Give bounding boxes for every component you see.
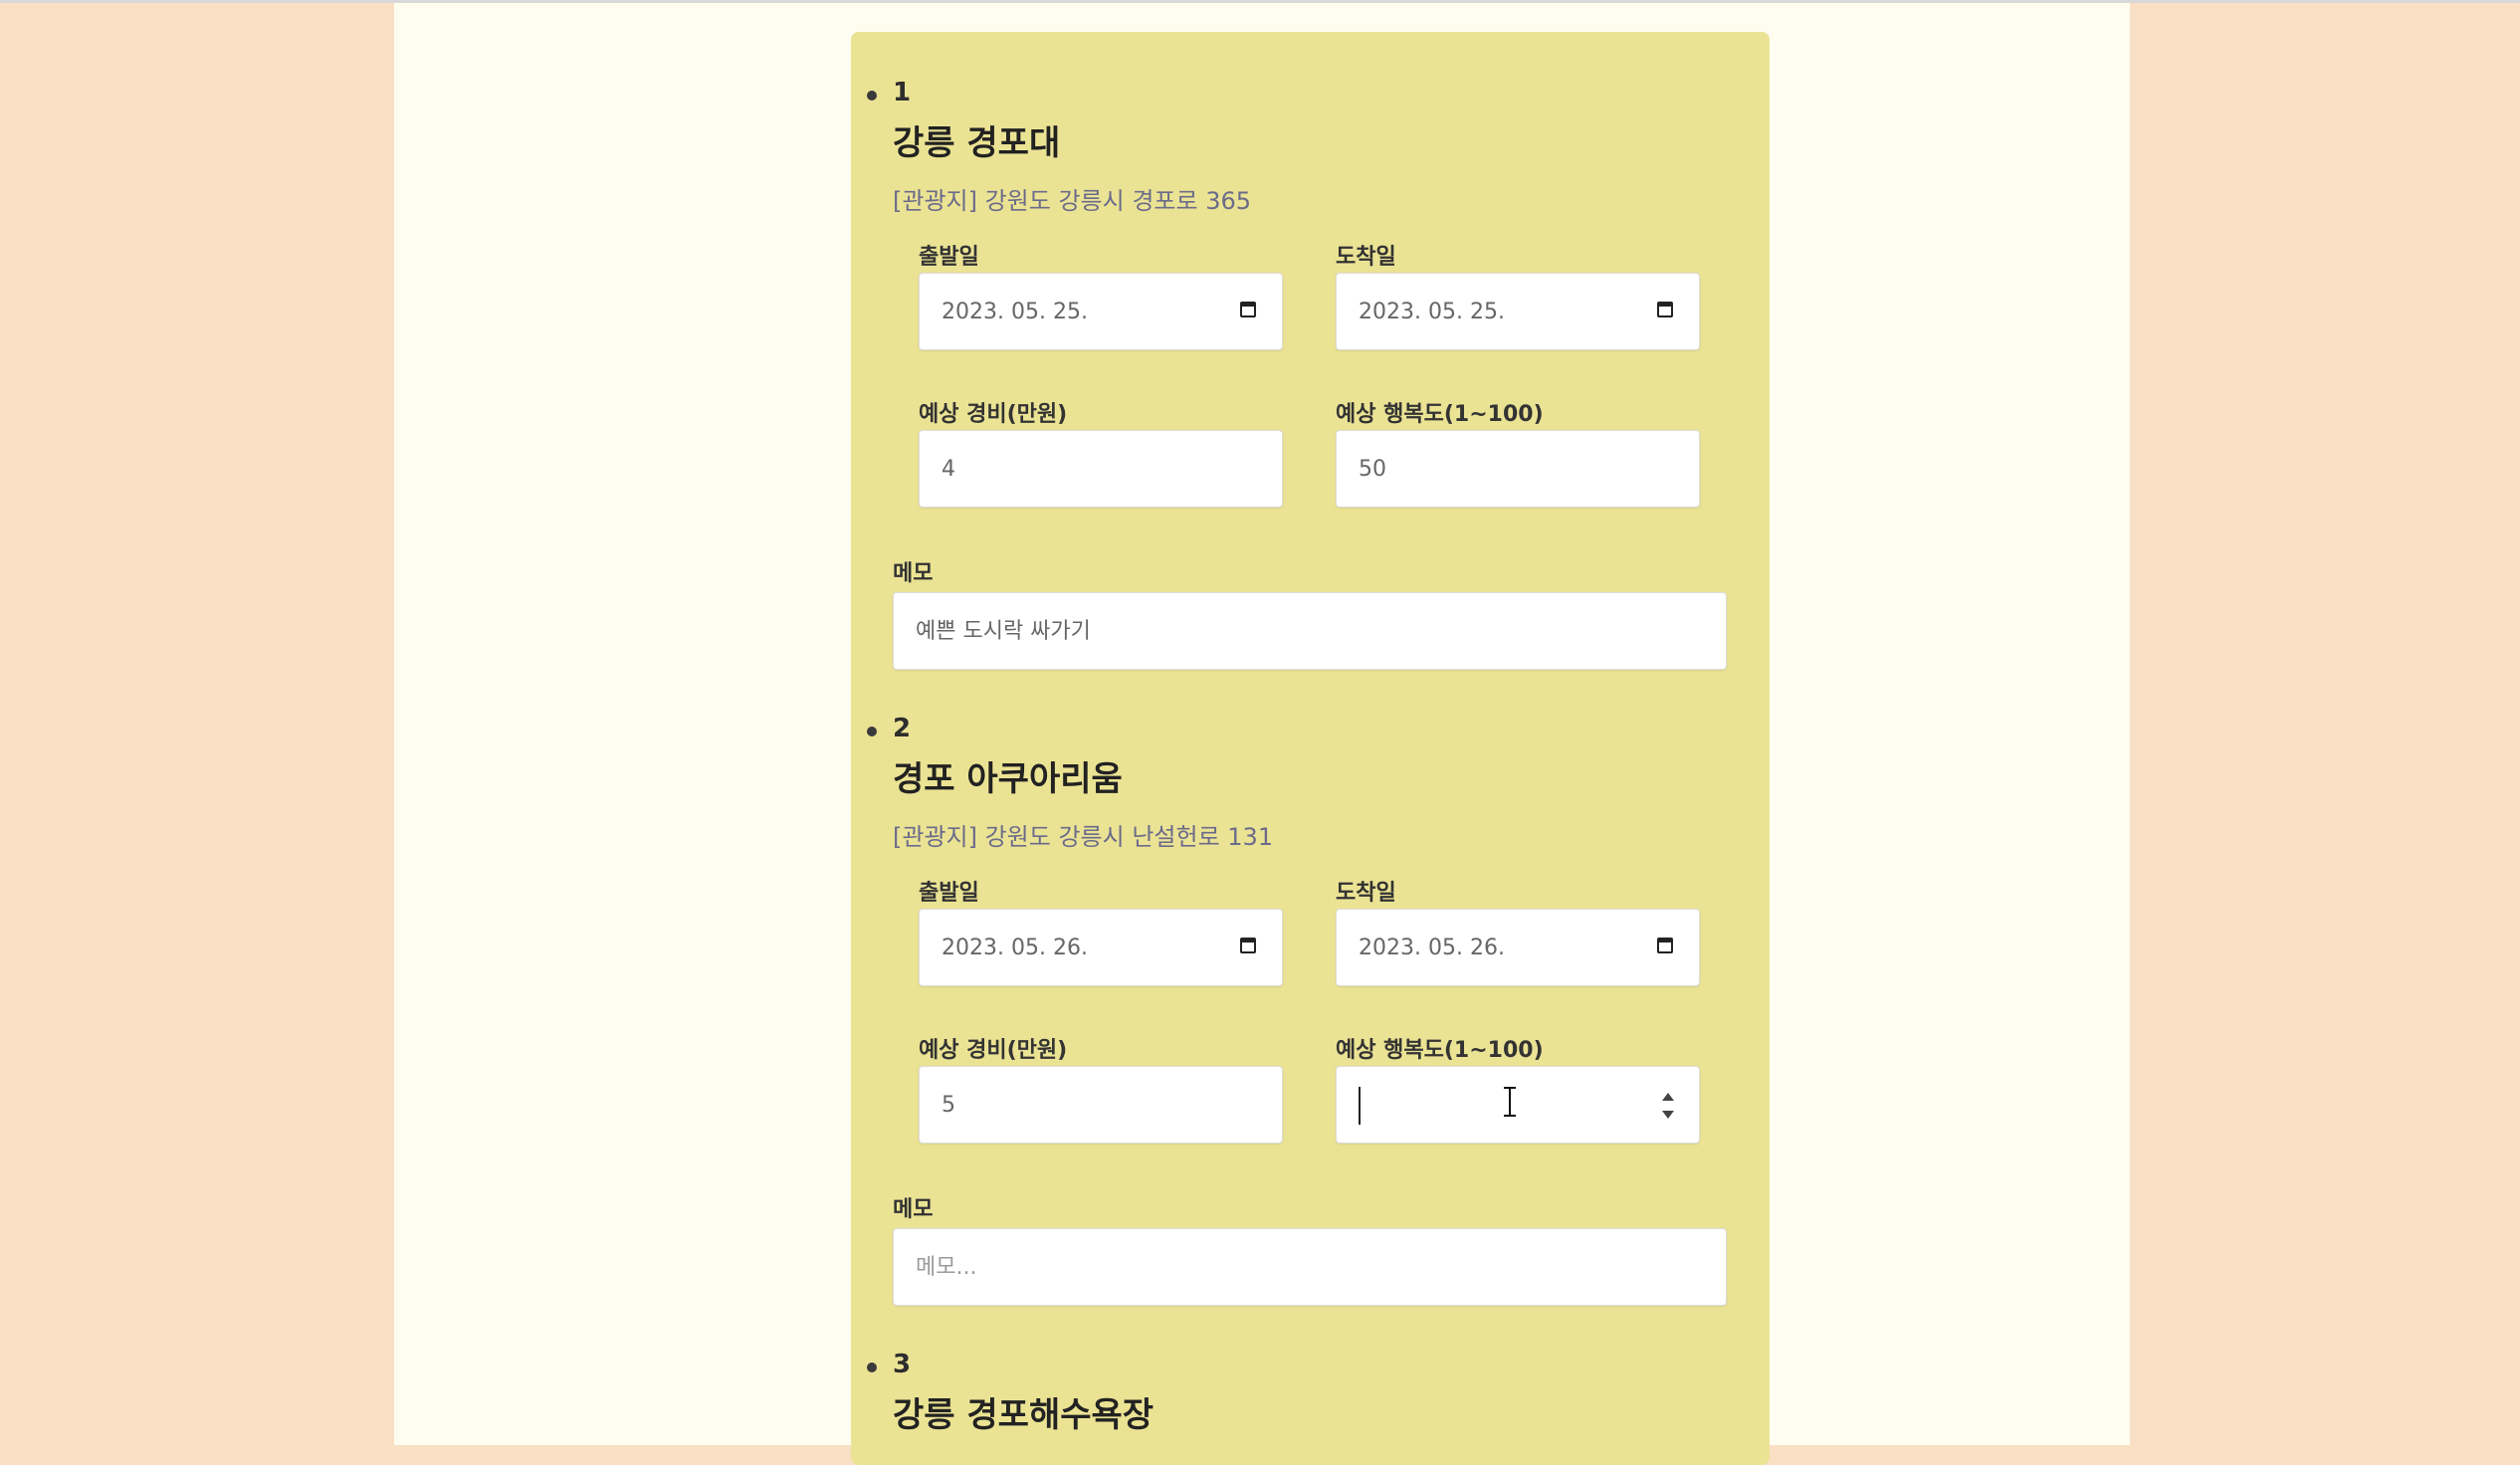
list-bullet: [867, 1362, 877, 1372]
calendar-icon[interactable]: [1240, 938, 1256, 953]
budget-value: 4: [942, 457, 955, 482]
arrival-date-input[interactable]: 2023. 05. 26.: [1336, 909, 1700, 986]
text-caret: [1359, 1087, 1361, 1125]
memo-input[interactable]: 예쁜 도시락 싸가기: [893, 592, 1727, 670]
arrival-date-label: 도착일: [1336, 881, 1396, 906]
item-number: 2: [893, 714, 912, 743]
memo-label: 메모: [893, 561, 934, 586]
calendar-icon[interactable]: [1657, 302, 1673, 317]
list-bullet: [867, 91, 877, 101]
place-title: 경포 아쿠아리움: [893, 759, 1123, 799]
happiness-input[interactable]: [1336, 1066, 1700, 1144]
budget-input[interactable]: 5: [919, 1066, 1283, 1144]
itinerary-panel: 1 강릉 경포대 [관광지] 강원도 강릉시 경포로 365 출발일 2023.…: [851, 32, 1770, 1465]
item-number: 1: [893, 78, 912, 107]
budget-label: 예상 경비(만원): [919, 402, 1068, 427]
list-bullet: [867, 727, 877, 736]
number-spinner-icon[interactable]: [1661, 1089, 1675, 1123]
memo-value: 예쁜 도시락 싸가기: [916, 619, 1091, 644]
place-title: 강릉 경포대: [893, 123, 1061, 163]
budget-value: 5: [942, 1093, 955, 1118]
budget-label: 예상 경비(만원): [919, 1038, 1068, 1063]
memo-placeholder: 메모...: [916, 1255, 977, 1280]
happiness-value: 50: [1359, 457, 1386, 482]
memo-label: 메모: [893, 1197, 934, 1222]
arrival-date-input[interactable]: 2023. 05. 25.: [1336, 273, 1700, 350]
arrival-date-value: 2023. 05. 25.: [1359, 300, 1505, 324]
arrival-date-value: 2023. 05. 26.: [1359, 936, 1505, 960]
happiness-input[interactable]: 50: [1336, 430, 1700, 508]
spinner-up-icon[interactable]: [1662, 1093, 1674, 1101]
start-date-label: 출발일: [919, 881, 979, 906]
budget-input[interactable]: 4: [919, 430, 1283, 508]
item-number: 3: [893, 1350, 912, 1379]
arrival-date-label: 도착일: [1336, 245, 1396, 270]
calendar-icon[interactable]: [1657, 938, 1673, 953]
place-title: 강릉 경포해수욕장: [893, 1395, 1155, 1435]
start-date-value: 2023. 05. 25.: [942, 300, 1088, 324]
start-date-label: 출발일: [919, 245, 979, 270]
place-address: [관광지] 강원도 강릉시 경포로 365: [893, 187, 1252, 215]
text-cursor-icon: [1504, 1087, 1516, 1117]
calendar-icon[interactable]: [1240, 302, 1256, 317]
happiness-label: 예상 행복도(1~100): [1336, 402, 1544, 427]
happiness-label: 예상 행복도(1~100): [1336, 1038, 1544, 1063]
place-address: [관광지] 강원도 강릉시 난설헌로 131: [893, 823, 1274, 851]
start-date-input[interactable]: 2023. 05. 26.: [919, 909, 1283, 986]
spinner-down-icon[interactable]: [1662, 1111, 1674, 1119]
start-date-input[interactable]: 2023. 05. 25.: [919, 273, 1283, 350]
memo-input[interactable]: 메모...: [893, 1228, 1727, 1306]
start-date-value: 2023. 05. 26.: [942, 936, 1088, 960]
